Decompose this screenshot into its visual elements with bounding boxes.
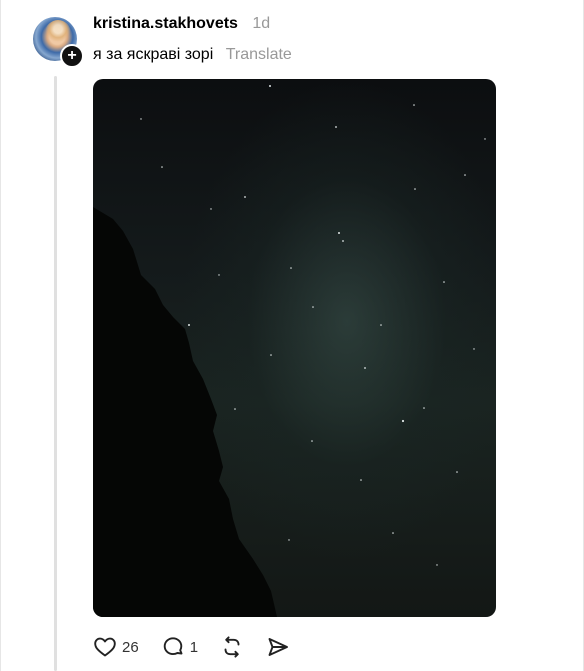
threads-post: + kristina.stakhovets 1d я за яскраві зо… — [0, 0, 584, 671]
heart-icon — [94, 637, 116, 657]
caption-text: я за яскраві зорі — [93, 46, 214, 63]
left-border — [0, 0, 1, 671]
post-caption: я за яскраві зорі Translate — [93, 46, 292, 64]
comment-bubble-icon — [163, 637, 183, 656]
comment-button[interactable]: 1 — [161, 635, 198, 659]
avatar[interactable]: + — [33, 17, 84, 68]
like-button[interactable]: 26 — [93, 635, 139, 659]
night-sky-photo — [93, 85, 486, 617]
follow-plus-icon[interactable]: + — [60, 44, 84, 68]
translate-link[interactable]: Translate — [226, 46, 292, 63]
post-photo[interactable] — [93, 79, 496, 617]
username-link[interactable]: kristina.stakhovets — [93, 15, 238, 32]
post-header: kristina.stakhovets 1d — [93, 15, 270, 33]
post-actions: 26 1 — [93, 634, 312, 660]
comment-count: 1 — [189, 638, 199, 656]
repost-button[interactable] — [220, 635, 244, 659]
share-button[interactable] — [266, 635, 290, 659]
avatar-figure — [45, 20, 71, 46]
tree-silhouette — [93, 207, 277, 617]
post-timestamp[interactable]: 1d — [252, 15, 270, 32]
like-count: 26 — [122, 638, 139, 656]
repost-icon — [224, 636, 240, 658]
thread-line — [54, 76, 57, 671]
send-icon — [268, 638, 288, 656]
